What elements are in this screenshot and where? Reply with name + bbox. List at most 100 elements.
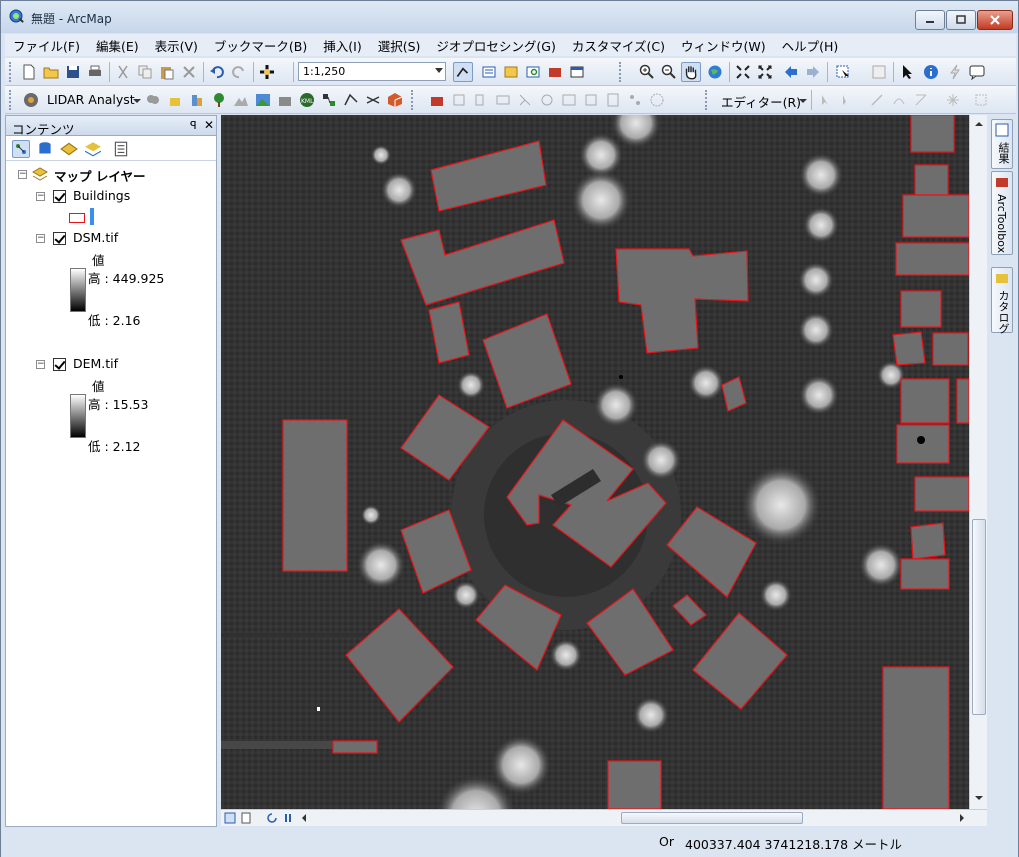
lidar-terrain-icon[interactable] <box>233 92 249 108</box>
lidar-split-icon[interactable] <box>365 92 381 108</box>
lidar-analyst-menu[interactable]: LIDAR Analyst <box>47 92 135 107</box>
fixed-zoom-out-icon[interactable] <box>757 64 773 80</box>
undo-icon[interactable] <box>209 64 225 80</box>
cut-icon[interactable] <box>115 64 131 80</box>
vertical-scroll-thumb[interactable] <box>972 519 986 715</box>
print-icon[interactable] <box>87 64 103 80</box>
list-by-visibility-icon[interactable] <box>60 140 78 158</box>
map-scale-combo[interactable]: 1:1,250 <box>298 62 446 81</box>
copy-icon[interactable] <box>137 64 153 80</box>
lidar-3d-cube-icon[interactable] <box>387 92 403 108</box>
refresh-icon[interactable] <box>266 812 278 824</box>
collapse-dem-icon[interactable]: − <box>36 360 45 369</box>
menu-file[interactable]: ファイル(F) <box>5 36 88 55</box>
toolbar-grip[interactable] <box>619 62 622 82</box>
collapse-dsm-icon[interactable]: − <box>36 234 45 243</box>
lidar-building-icon[interactable] <box>167 92 183 108</box>
lidar-raster-view[interactable] <box>221 115 969 809</box>
editor-menu[interactable]: エディター(R) <box>721 92 801 111</box>
lidar-image-icon[interactable] <box>255 92 271 108</box>
pan-hand-icon[interactable] <box>681 62 701 82</box>
list-by-selection-icon[interactable] <box>84 140 102 158</box>
save-icon[interactable] <box>65 64 81 80</box>
chevron-down-icon[interactable] <box>435 68 443 73</box>
pin-icon[interactable]: ꟼ <box>190 119 197 132</box>
select-elements-arrow-icon[interactable] <box>899 64 915 80</box>
zoom-in-icon[interactable] <box>639 64 655 80</box>
add-data-icon[interactable] <box>259 64 275 80</box>
go-forward-arrow-icon[interactable] <box>805 64 821 80</box>
new-document-icon[interactable] <box>21 64 37 80</box>
buildings-visibility-checkbox[interactable] <box>53 190 66 203</box>
lidar-blocks-icon[interactable] <box>189 92 205 108</box>
menu-insert[interactable]: 挿入(I) <box>315 36 369 55</box>
arctoolbox-dock-tab[interactable]: ArcToolbox <box>991 171 1013 255</box>
table-of-contents-icon[interactable] <box>481 64 497 80</box>
menu-windows[interactable]: ウィンドウ(W) <box>673 36 774 55</box>
editor-toolbar-icon[interactable] <box>453 62 473 82</box>
toolbar-grip[interactable] <box>9 90 12 110</box>
list-by-drawing-order-icon[interactable] <box>12 140 30 158</box>
select-features-icon[interactable] <box>835 64 851 80</box>
scroll-right-arrow-icon[interactable] <box>957 813 967 823</box>
maximize-button[interactable] <box>946 10 976 30</box>
lidar-network-icon[interactable] <box>321 92 337 108</box>
scroll-down-arrow-icon[interactable] <box>974 793 984 803</box>
lidar-tree-icon[interactable] <box>211 92 227 108</box>
buildings-layer-name[interactable]: Buildings <box>73 188 130 203</box>
kml-export-icon[interactable]: KML <box>299 92 315 108</box>
full-extent-globe-icon[interactable] <box>707 64 723 80</box>
delete-icon[interactable] <box>181 64 197 80</box>
close-panel-icon[interactable]: ✕ <box>204 118 214 132</box>
menu-bookmarks[interactable]: ブックマーク(B) <box>206 36 315 55</box>
menu-view[interactable]: 表示(V) <box>147 36 206 55</box>
results-dock-tab[interactable]: 結果 <box>991 119 1013 169</box>
dsm-layer-name[interactable]: DSM.tif <box>73 230 118 245</box>
toolbar-grip[interactable] <box>9 62 12 82</box>
horizontal-scroll-thumb[interactable] <box>621 812 803 824</box>
map-vertical-scrollbar[interactable] <box>969 115 987 809</box>
pause-drawing-icon[interactable] <box>282 812 294 824</box>
collapse-buildings-icon[interactable]: − <box>36 192 45 201</box>
python-window-icon[interactable] <box>569 64 585 80</box>
lidar-folder-icon[interactable] <box>277 92 293 108</box>
menu-geoprocessing[interactable]: ジオプロセシング(G) <box>428 36 563 55</box>
options-icon[interactable] <box>112 140 130 158</box>
fixed-zoom-in-icon[interactable] <box>735 64 751 80</box>
chevron-down-icon[interactable] <box>799 92 807 108</box>
menu-help[interactable]: ヘルプ(H) <box>774 36 847 55</box>
menu-customize[interactable]: カスタマイズ(C) <box>564 36 673 55</box>
toolbar-grip[interactable] <box>705 90 708 110</box>
collapse-map-layers-icon[interactable]: − <box>18 170 27 179</box>
catalog-dock-tab[interactable]: カタログ <box>991 267 1013 334</box>
clear-selection-icon[interactable] <box>871 64 887 80</box>
layout-view-icon[interactable] <box>224 812 236 824</box>
toolbar-grip[interactable] <box>411 90 414 110</box>
zoom-out-icon[interactable] <box>661 64 677 80</box>
menu-selection[interactable]: 選択(S) <box>370 36 429 55</box>
menu-edit[interactable]: 編集(E) <box>88 36 147 55</box>
paste-icon[interactable] <box>159 64 175 80</box>
data-view-icon[interactable] <box>240 812 252 824</box>
redo-icon[interactable] <box>231 64 247 80</box>
identify-info-icon[interactable] <box>923 64 939 80</box>
map-display[interactable] <box>221 115 969 809</box>
chevron-down-icon[interactable] <box>133 92 141 108</box>
go-back-arrow-icon[interactable] <box>783 64 799 80</box>
lidar-line-vertex-icon[interactable] <box>343 92 359 108</box>
html-popup-icon[interactable] <box>969 64 985 80</box>
minimize-button[interactable] <box>915 10 945 30</box>
scroll-up-arrow-icon[interactable] <box>974 119 984 129</box>
open-folder-icon[interactable] <box>43 64 59 80</box>
dem-layer-name[interactable]: DEM.tif <box>73 356 118 371</box>
list-by-source-icon[interactable] <box>36 140 54 158</box>
lidar-cloud-icon[interactable] <box>145 92 161 108</box>
arctoolbox-icon[interactable] <box>547 64 563 80</box>
close-button[interactable] <box>977 10 1013 30</box>
map-layers-label[interactable]: マップ レイヤー <box>54 166 145 185</box>
editor-feature-icon[interactable] <box>429 92 445 108</box>
dem-visibility-checkbox[interactable] <box>53 358 66 371</box>
scroll-left-arrow-icon[interactable] <box>299 813 309 823</box>
dsm-visibility-checkbox[interactable] <box>53 232 66 245</box>
hyperlink-lightning-icon[interactable] <box>947 64 963 80</box>
